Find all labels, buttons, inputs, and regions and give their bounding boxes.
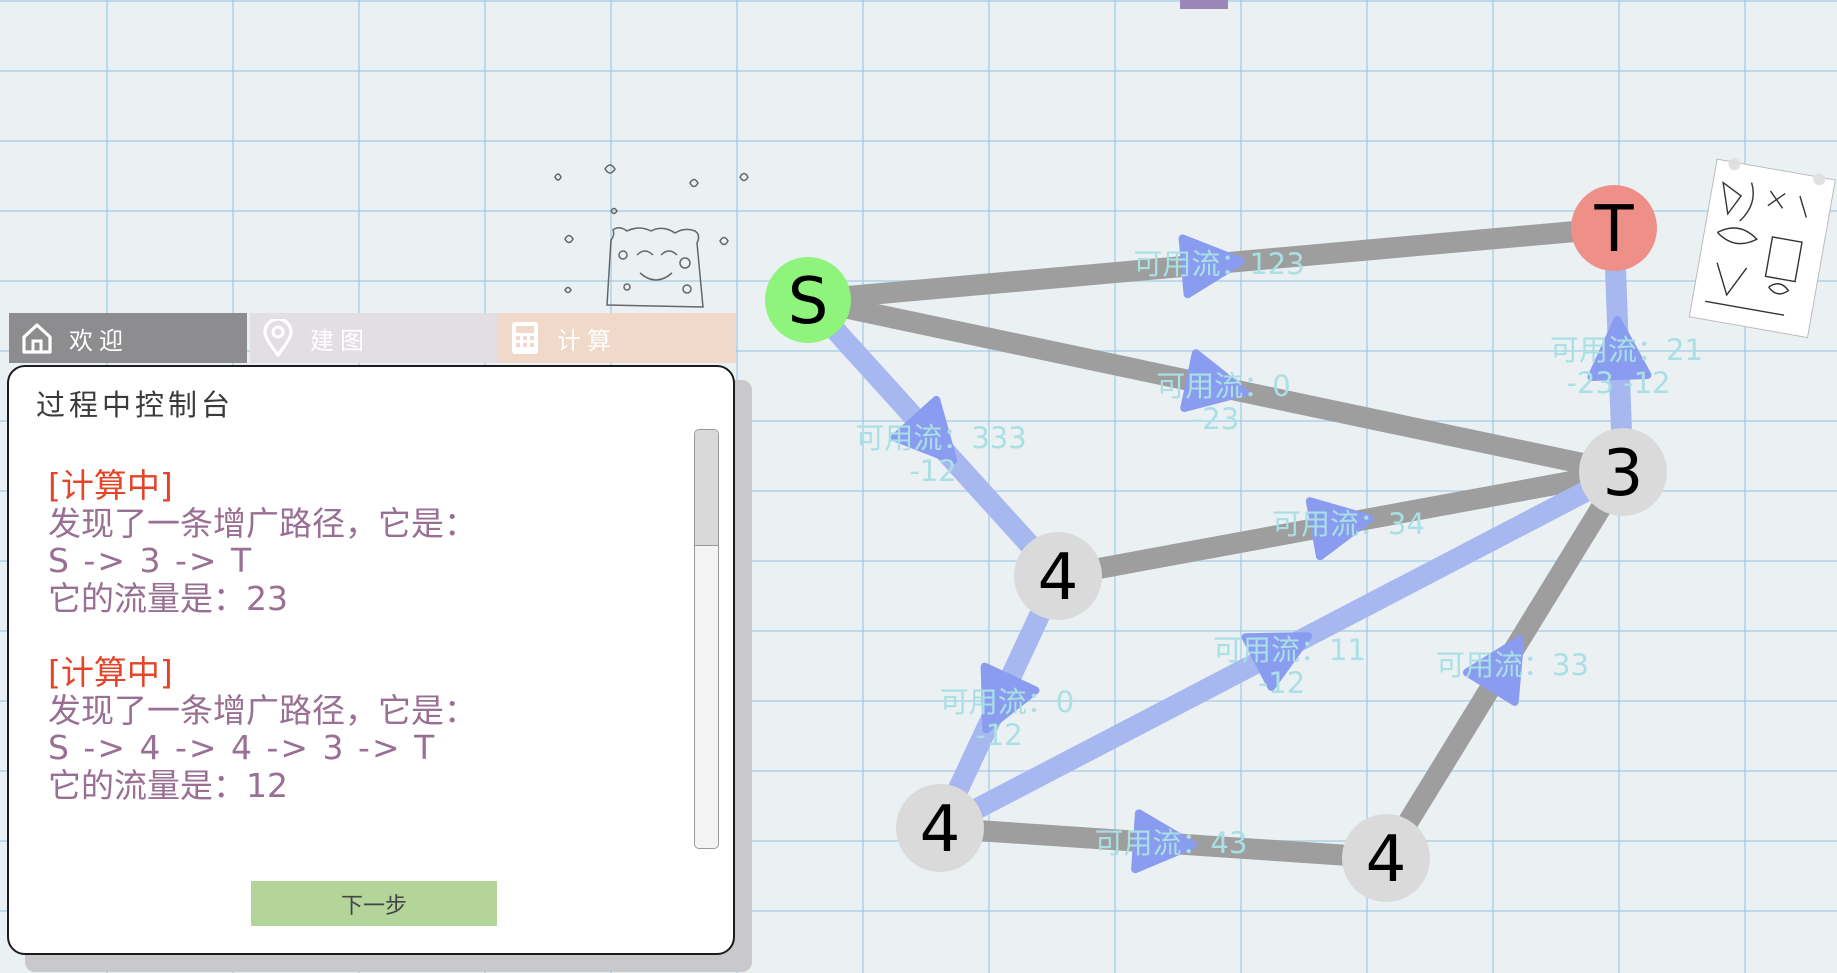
edge-flow-label: -23 -12 <box>1567 366 1671 400</box>
log-entry-tag: [计算中] <box>48 653 173 692</box>
log-entry-flow: 它的流量是：23 <box>48 578 288 618</box>
edge-capacity-label: 可用流：43 <box>1095 826 1248 860</box>
edge-capacity-label: 可用流：33 <box>1436 648 1589 682</box>
source-node[interactable]: S <box>765 257 851 343</box>
log-entry-flow: 它的流量是：12 <box>48 765 288 805</box>
node-label: 4 <box>1038 541 1079 615</box>
tab-compute[interactable]: 计算 <box>497 313 736 363</box>
graph-node[interactable]: 3 <box>1579 428 1667 516</box>
node-label: 3 <box>1603 437 1644 511</box>
tab-welcome-label: 欢迎 <box>69 326 129 355</box>
edge-capacity-label: 可用流：0 <box>940 685 1074 719</box>
map-pin-icon <box>260 319 296 357</box>
next-step-button[interactable]: 下一步 <box>251 881 497 926</box>
console-scroll-thumb[interactable] <box>695 430 718 546</box>
log-entry-message: 发现了一条增广路径，它是： <box>48 690 477 730</box>
edge-flow-label: -23 <box>1192 402 1239 436</box>
edge-capacity-label: 可用流：333 <box>855 421 1026 455</box>
sink-node[interactable]: T <box>1571 185 1657 271</box>
tab-build-graph-label: 建图 <box>310 326 370 355</box>
graph-node[interactable]: 4 <box>1014 532 1102 620</box>
log-entry-tag: [计算中] <box>48 466 173 505</box>
calculator-icon <box>507 320 543 356</box>
tab-compute-label: 计算 <box>557 326 617 355</box>
sketch-note <box>1688 158 1836 339</box>
tab-bar: 欢迎 建图 计算 <box>9 313 736 363</box>
node-label: 4 <box>920 793 961 867</box>
node-label: T <box>1593 193 1634 267</box>
graph-node[interactable]: 4 <box>896 784 984 872</box>
edge-capacity-label: 可用流：11 <box>1213 633 1366 667</box>
node-label: 4 <box>1366 823 1407 897</box>
log-entry: [计算中] 发现了一条增广路径，它是： S -> 3 -> T 它的流量是：23 <box>48 467 688 617</box>
edge-flow-label: -12 <box>975 718 1022 752</box>
graph-node[interactable]: 4 <box>1342 814 1430 902</box>
tab-welcome[interactable]: 欢迎 <box>9 313 247 363</box>
process-console: 过程中控制台 [计算中] 发现了一条增广路径，它是： S -> 3 -> T 它… <box>7 365 735 955</box>
log-entry-path: S -> 3 -> T <box>48 541 254 580</box>
edge-flow-label: -12 <box>909 454 956 488</box>
log-entry-path: S -> 4 -> 4 -> 3 -> T <box>48 728 437 767</box>
console-log: [计算中] 发现了一条增广路径，它是： S -> 3 -> T 它的流量是：23… <box>48 467 688 841</box>
edge-capacity-label: 可用流：0 <box>1156 369 1290 403</box>
home-icon <box>19 320 55 356</box>
edge-capacity-label: 可用流：34 <box>1272 507 1425 541</box>
console-scrollbar[interactable] <box>694 429 719 849</box>
sponge-doodle <box>554 164 749 308</box>
edge-capacity-label: 可用流：123 <box>1133 247 1304 281</box>
node-label: S <box>788 265 829 339</box>
log-entry: [计算中] 发现了一条增广路径，它是： S -> 4 -> 4 -> 3 -> … <box>48 654 688 804</box>
console-title: 过程中控制台 <box>36 388 235 422</box>
log-entry-message: 发现了一条增广路径，它是： <box>48 503 477 543</box>
edge-flow-label: -12 <box>1258 666 1305 700</box>
tab-build-graph[interactable]: 建图 <box>250 313 497 363</box>
